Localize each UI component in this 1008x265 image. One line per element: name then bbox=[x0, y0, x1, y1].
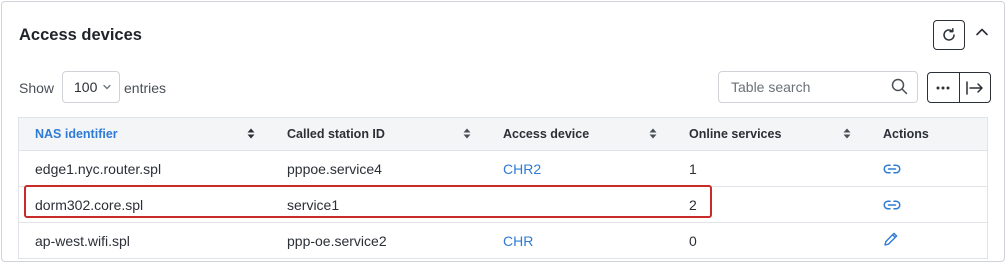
online-services-cell: 0 bbox=[673, 222, 867, 259]
chevron-down-icon bbox=[103, 84, 111, 90]
chevron-up-icon bbox=[976, 28, 988, 36]
arrow-right-to-bar-icon bbox=[966, 80, 983, 95]
link-icon[interactable] bbox=[883, 199, 901, 210]
actions-cell bbox=[867, 222, 988, 259]
nas-identifier-cell: ap-west.wifi.spl bbox=[18, 222, 271, 259]
called-station-cell: service1 bbox=[271, 186, 487, 223]
collapse-button[interactable] bbox=[972, 22, 992, 42]
column-header-online-services[interactable]: Online services bbox=[673, 117, 867, 151]
table-row: edge1.nyc.router.spl pppoe.service4 CHR2… bbox=[18, 150, 988, 187]
link-icon[interactable] bbox=[883, 163, 901, 174]
more-horizontal-icon bbox=[936, 86, 950, 89]
column-header-actions: Actions bbox=[867, 117, 988, 151]
refresh-icon bbox=[943, 28, 955, 41]
online-services-cell: 2 bbox=[673, 186, 867, 223]
column-header-nas-identifier[interactable]: NAS identifier bbox=[18, 117, 271, 151]
column-header-access-device[interactable]: Access device bbox=[487, 117, 673, 151]
nas-identifier-cell: dorm302.core.spl bbox=[18, 186, 271, 223]
show-label: Show bbox=[19, 80, 55, 96]
access-device-link[interactable] bbox=[487, 186, 673, 223]
online-services-cell: 1 bbox=[673, 150, 867, 187]
card-title: Access devices bbox=[19, 26, 142, 44]
table-row: ap-west.wifi.spl ppp-oe.service2 CHR 0 bbox=[18, 222, 988, 259]
table-search-input[interactable] bbox=[718, 71, 918, 103]
nas-identifier-cell: edge1.nyc.router.spl bbox=[18, 150, 271, 187]
search-icon[interactable] bbox=[891, 78, 908, 95]
column-header-label: Actions bbox=[883, 127, 929, 141]
sort-icon bbox=[843, 128, 851, 139]
column-header-label: Access device bbox=[503, 127, 590, 141]
called-station-cell: pppoe.service4 bbox=[271, 150, 487, 187]
entries-value: 100 bbox=[74, 79, 98, 95]
access-device-link[interactable]: CHR bbox=[487, 222, 673, 259]
actions-cell bbox=[867, 150, 988, 187]
column-header-label: NAS identifier bbox=[35, 127, 118, 141]
access-devices-table: NAS identifier Called station ID Access … bbox=[18, 117, 988, 259]
refresh-button[interactable] bbox=[933, 20, 965, 50]
pencil-icon[interactable] bbox=[883, 231, 899, 247]
access-device-link[interactable]: CHR2 bbox=[487, 150, 673, 187]
sort-icon bbox=[463, 128, 471, 139]
more-options-button[interactable] bbox=[928, 73, 960, 102]
table-header-row: NAS identifier Called station ID Access … bbox=[18, 117, 988, 151]
entries-select[interactable]: 100 bbox=[62, 71, 120, 103]
column-header-called-station-id[interactable]: Called station ID bbox=[271, 117, 487, 151]
sort-icon bbox=[247, 128, 255, 139]
table-tools bbox=[927, 72, 991, 103]
entries-label: entries bbox=[124, 80, 167, 96]
sort-icon bbox=[649, 128, 657, 139]
column-header-label: Online services bbox=[689, 127, 782, 141]
column-header-label: Called station ID bbox=[287, 127, 385, 141]
actions-cell bbox=[867, 186, 988, 223]
called-station-cell: ppp-oe.service2 bbox=[271, 222, 487, 259]
expand-button[interactable] bbox=[960, 73, 991, 102]
table-row: dorm302.core.spl service1 2 bbox=[18, 186, 988, 223]
